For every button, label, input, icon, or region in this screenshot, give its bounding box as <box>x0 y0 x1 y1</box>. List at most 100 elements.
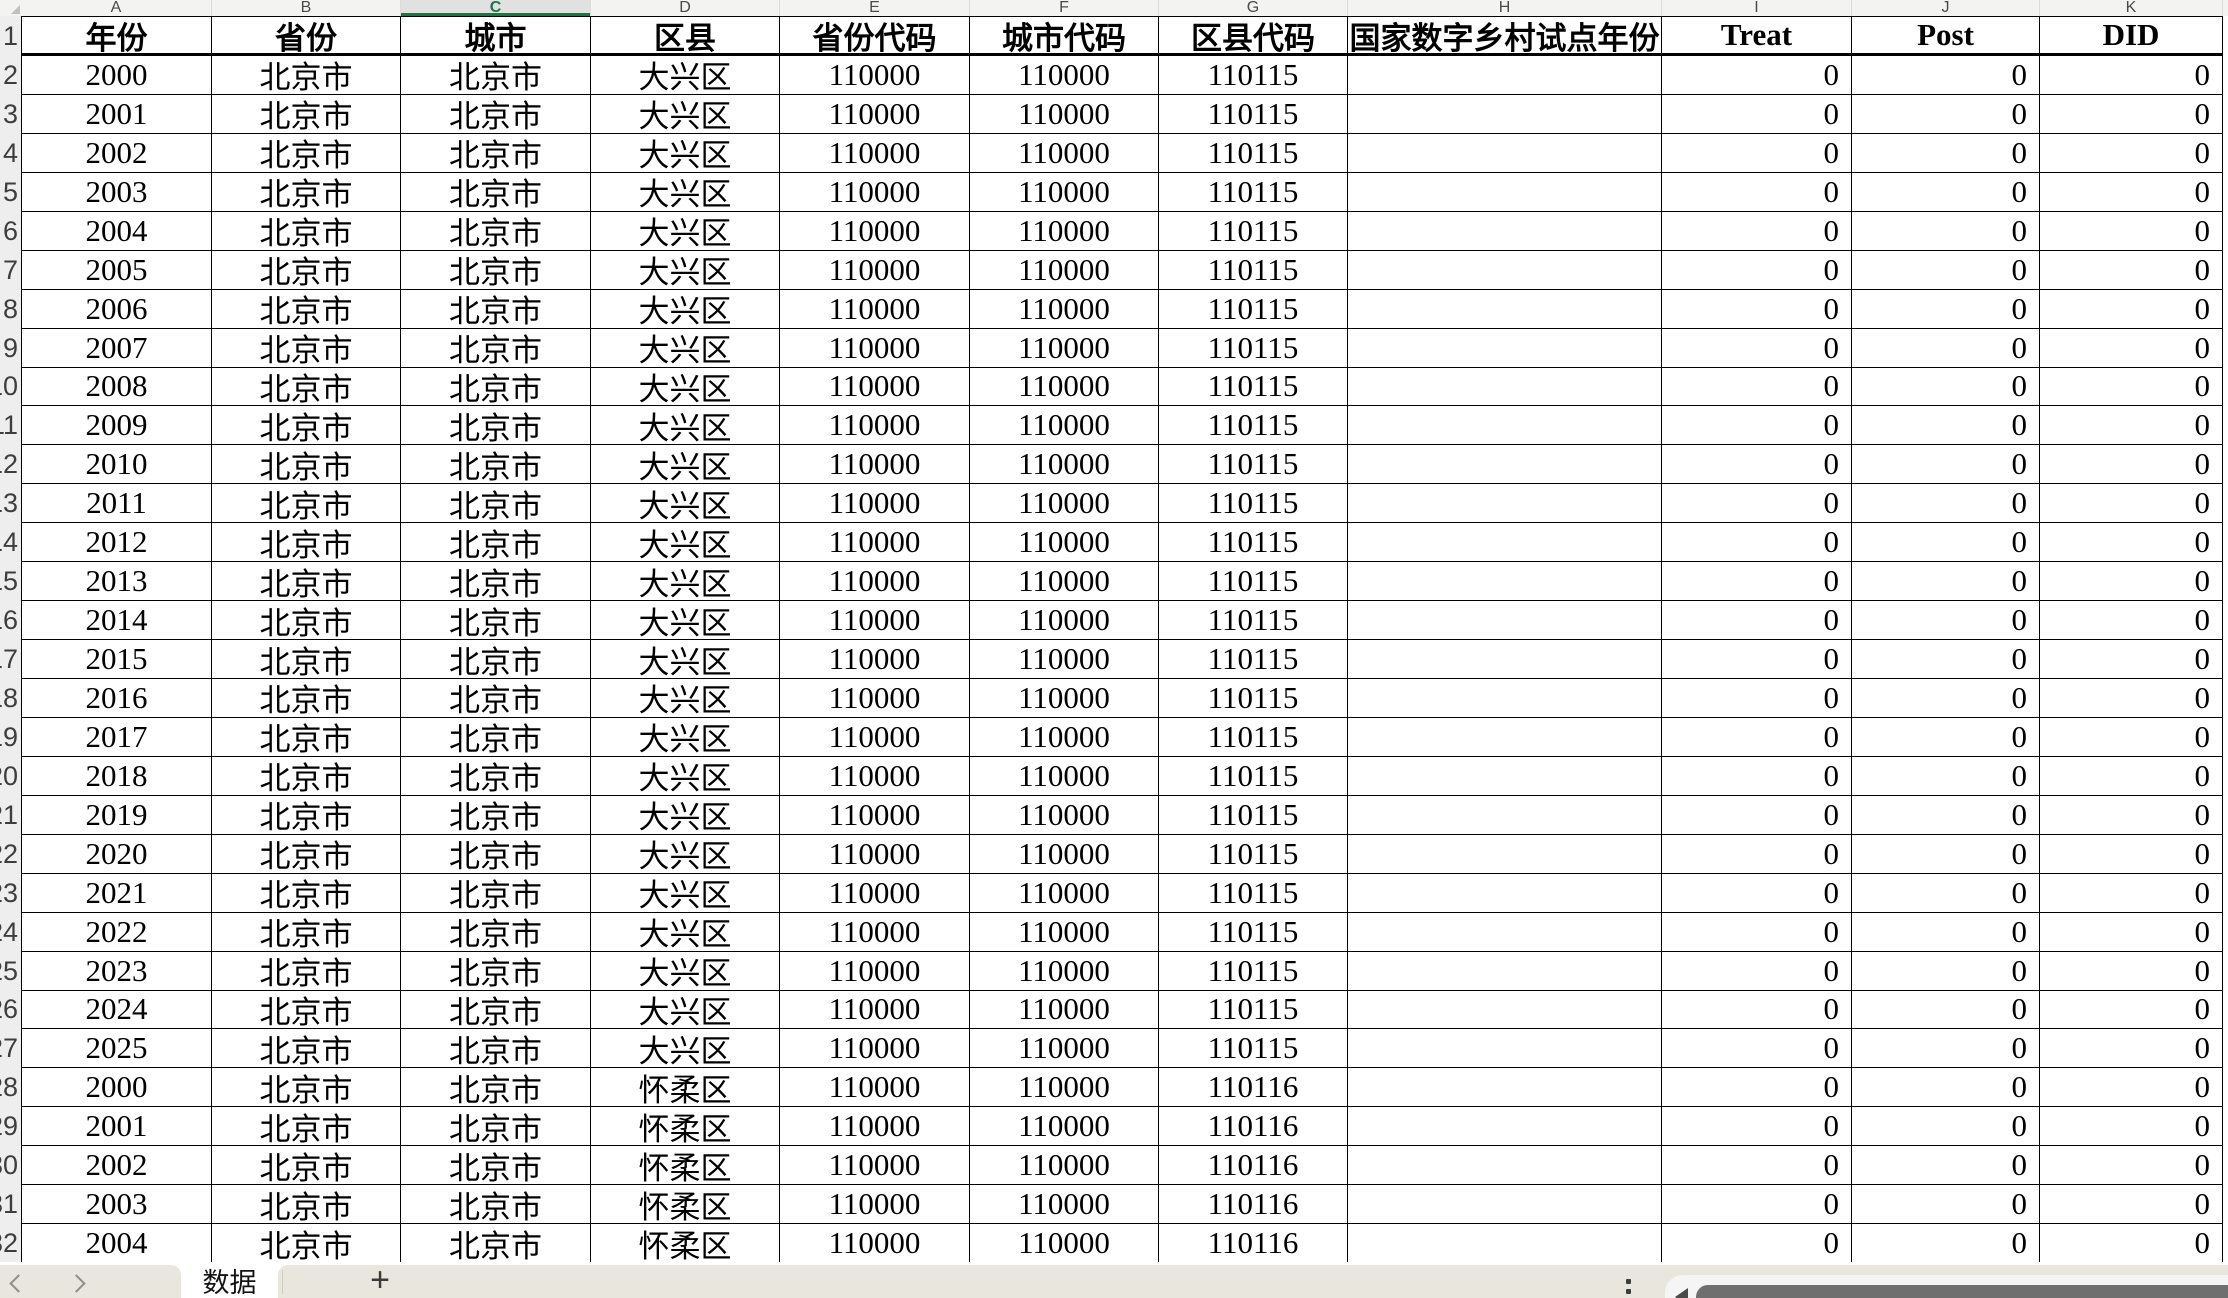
cell[interactable]: 110000 <box>780 289 970 329</box>
row-header-29[interactable]: 29 <box>0 1107 21 1146</box>
cell[interactable]: 北京市 <box>212 133 401 173</box>
row-header-23[interactable]: 23 <box>0 874 21 913</box>
cell[interactable]: 0 <box>1852 328 2040 368</box>
cell[interactable]: 0 <box>1662 211 1852 251</box>
cell[interactable]: 北京市 <box>212 795 401 835</box>
cell[interactable] <box>1348 679 1662 718</box>
cell[interactable]: 110115 <box>1159 523 1348 563</box>
cell[interactable]: 110000 <box>970 834 1159 874</box>
cell[interactable]: 110116 <box>1159 1068 1348 1108</box>
cell[interactable] <box>1348 795 1662 835</box>
cell[interactable]: 0 <box>1852 1146 2040 1186</box>
cell[interactable]: 北京市 <box>401 1224 591 1264</box>
header-cell[interactable]: Treat <box>1662 16 1852 56</box>
cell[interactable]: 北京市 <box>212 211 401 251</box>
cell[interactable]: 0 <box>1852 562 2040 602</box>
cell[interactable]: 110000 <box>780 406 970 446</box>
cell[interactable]: 110000 <box>780 873 970 913</box>
cell[interactable]: 大兴区 <box>591 834 780 874</box>
cell[interactable]: 2000 <box>21 1068 212 1108</box>
cell[interactable]: 0 <box>1852 601 2040 641</box>
cell[interactable]: 110000 <box>780 1029 970 1069</box>
cell[interactable]: 北京市 <box>401 328 591 368</box>
scroll-left-icon[interactable] <box>1675 1288 1688 1298</box>
cell[interactable]: 0 <box>2040 328 2223 368</box>
cell[interactable]: 大兴区 <box>591 289 780 329</box>
cell[interactable]: 110000 <box>780 562 970 602</box>
cell[interactable]: 110115 <box>1159 834 1348 874</box>
cell[interactable]: 110000 <box>970 406 1159 446</box>
cell[interactable] <box>1348 445 1662 485</box>
cell[interactable]: 110115 <box>1159 990 1348 1030</box>
cell[interactable]: 110000 <box>970 601 1159 641</box>
cell[interactable]: 0 <box>2040 367 2223 407</box>
cell[interactable]: 0 <box>2040 406 2223 446</box>
cell[interactable]: 110000 <box>970 795 1159 835</box>
cell[interactable]: 北京市 <box>212 289 401 329</box>
column-header-g[interactable]: G <box>1159 0 1348 16</box>
cell[interactable]: 0 <box>2040 951 2223 991</box>
cell[interactable]: 110115 <box>1159 601 1348 641</box>
cell[interactable]: 大兴区 <box>591 756 780 796</box>
cell[interactable]: 2006 <box>21 289 212 329</box>
cell[interactable]: 北京市 <box>212 484 401 524</box>
select-all-corner[interactable] <box>0 0 21 16</box>
column-header-f[interactable]: F <box>970 0 1159 16</box>
cell[interactable]: 2021 <box>21 873 212 913</box>
cell[interactable]: 大兴区 <box>591 562 780 602</box>
cell[interactable]: 0 <box>1852 912 2040 952</box>
header-cell[interactable]: Post <box>1852 16 2040 56</box>
cell[interactable]: 北京市 <box>401 562 591 602</box>
cell[interactable]: 北京市 <box>212 250 401 290</box>
cell[interactable]: 0 <box>1852 951 2040 991</box>
cell[interactable]: 怀柔区 <box>591 1146 780 1186</box>
cell[interactable] <box>1348 406 1662 446</box>
cell[interactable]: 2002 <box>21 133 212 173</box>
cell[interactable] <box>1348 56 1662 95</box>
cell[interactable]: 0 <box>1852 873 2040 913</box>
cell[interactable]: 大兴区 <box>591 523 780 563</box>
cell[interactable]: 大兴区 <box>591 133 780 173</box>
cell[interactable]: 北京市 <box>212 367 401 407</box>
column-header-h[interactable]: H <box>1348 0 1662 16</box>
cell[interactable]: 110000 <box>970 289 1159 329</box>
cell[interactable]: 北京市 <box>212 756 401 796</box>
cell[interactable]: 北京市 <box>212 951 401 991</box>
cell[interactable]: 0 <box>1662 951 1852 991</box>
cell[interactable]: 110000 <box>970 1107 1159 1147</box>
cell[interactable]: 110000 <box>780 133 970 173</box>
cell[interactable]: 北京市 <box>401 795 591 835</box>
cell[interactable]: 北京市 <box>401 990 591 1030</box>
cell[interactable]: 北京市 <box>212 679 401 718</box>
cell[interactable]: 110000 <box>780 1146 970 1186</box>
row-header-7[interactable]: 7 <box>0 251 21 290</box>
cell[interactable]: 110000 <box>970 445 1159 485</box>
cell[interactable]: 0 <box>1852 94 2040 134</box>
cell[interactable]: 北京市 <box>212 1146 401 1186</box>
cell[interactable]: 110000 <box>970 523 1159 563</box>
cell[interactable] <box>1348 951 1662 991</box>
cell[interactable]: 0 <box>1662 912 1852 952</box>
cell[interactable]: 110000 <box>970 990 1159 1030</box>
row-header-1[interactable]: 1 <box>0 16 21 56</box>
cell[interactable]: 0 <box>1662 795 1852 835</box>
row-header-28[interactable]: 28 <box>0 1068 21 1107</box>
cell[interactable]: 2004 <box>21 1224 212 1264</box>
cell[interactable]: 110000 <box>970 912 1159 952</box>
cell[interactable]: 2014 <box>21 601 212 641</box>
cell[interactable]: 2015 <box>21 640 212 679</box>
cell[interactable]: 2025 <box>21 1029 212 1069</box>
cell[interactable]: 110000 <box>970 1224 1159 1264</box>
header-cell[interactable]: 年份 <box>21 16 212 56</box>
cell[interactable]: 0 <box>1662 523 1852 563</box>
cell[interactable]: 2019 <box>21 795 212 835</box>
cell[interactable]: 110000 <box>970 562 1159 602</box>
cell[interactable] <box>1348 601 1662 641</box>
cell[interactable]: 0 <box>1852 406 2040 446</box>
horizontal-scrollbar[interactable] <box>1665 1275 2228 1298</box>
drag-handle-icon[interactable] <box>1626 1279 1631 1298</box>
row-header-15[interactable]: 15 <box>0 562 21 601</box>
cell[interactable]: 北京市 <box>401 406 591 446</box>
cell[interactable] <box>1348 172 1662 212</box>
cell[interactable]: 0 <box>1852 445 2040 485</box>
